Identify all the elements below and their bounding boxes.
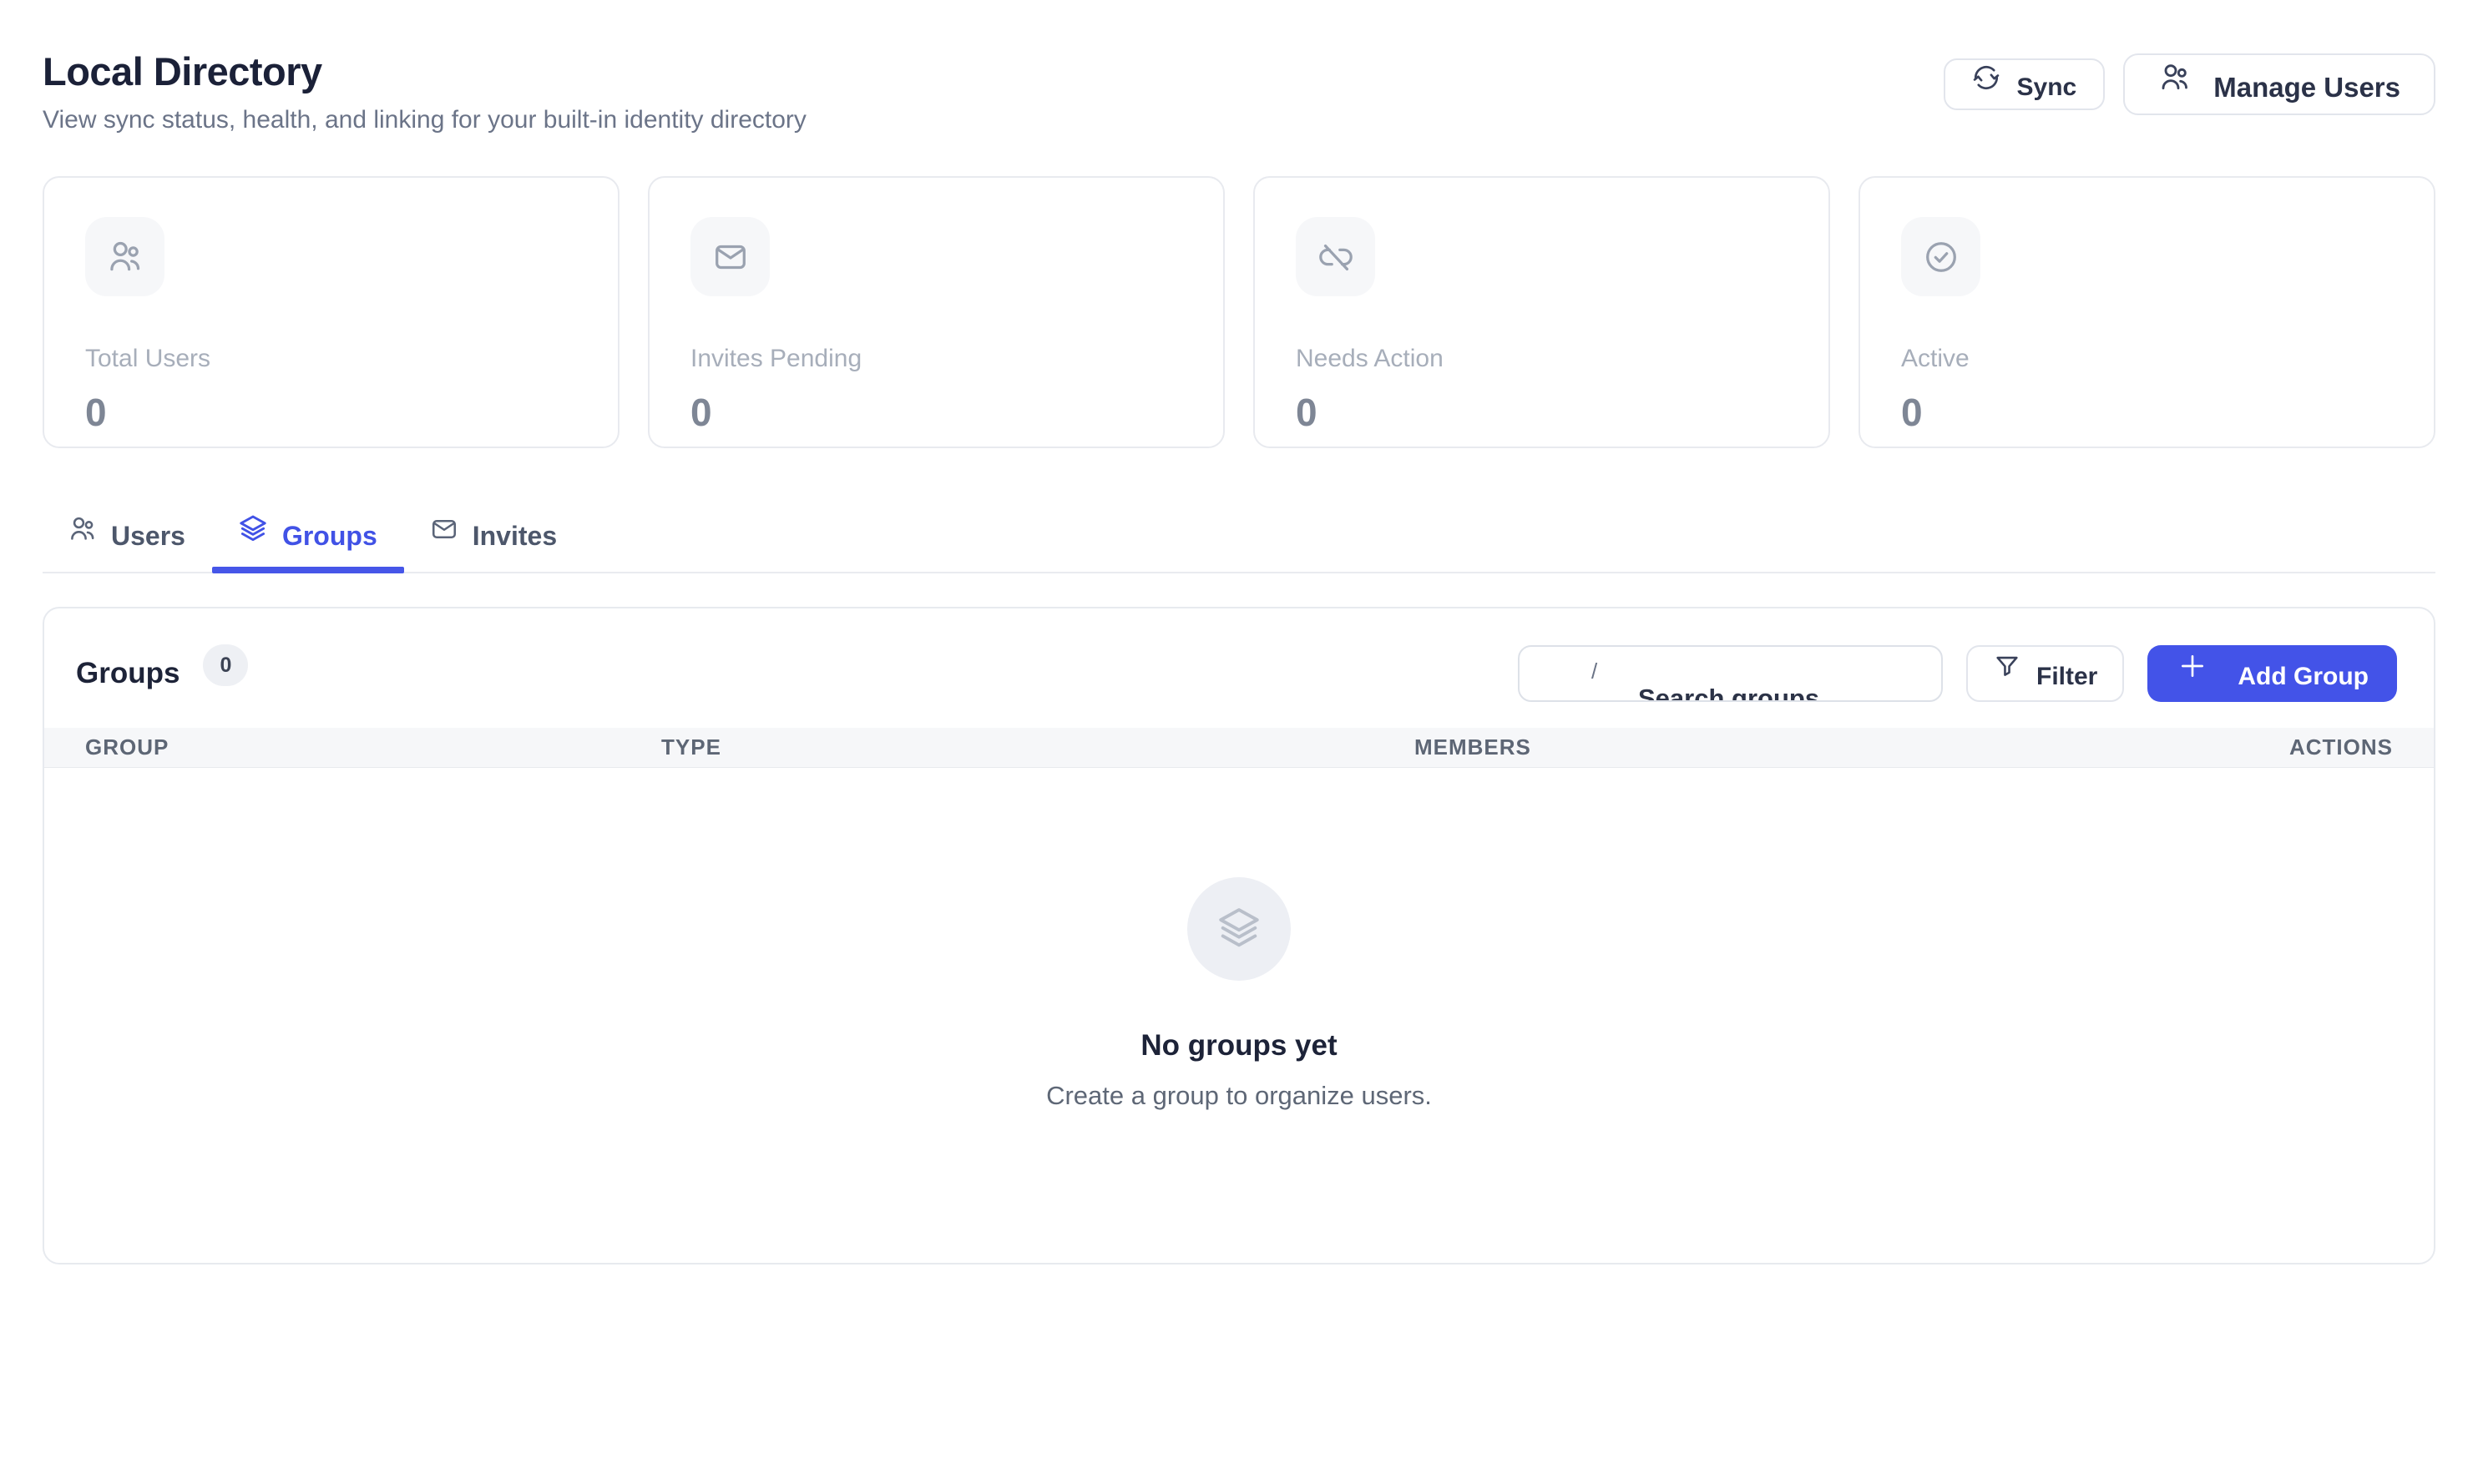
stat-value: 0 (85, 390, 577, 435)
filter-button-label: Filter (2036, 663, 2097, 691)
page-heading: Local Directory View sync status, health… (43, 48, 807, 134)
column-header-members: MEMBERS (1414, 734, 2289, 760)
stat-label: Invites Pending (690, 345, 1182, 373)
sync-refresh-icon (1972, 63, 2000, 92)
column-header-type: TYPE (661, 734, 1414, 760)
stat-label: Total Users (85, 345, 577, 373)
layers-icon (1187, 877, 1291, 981)
empty-state-subtitle: Create a group to organize users. (1046, 1081, 1432, 1111)
groups-table-header: GROUP TYPE MEMBERS ACTIONS (44, 728, 2434, 768)
stat-card-needs-action: Needs Action 0 (1253, 176, 1830, 448)
layers-icon (237, 513, 269, 545)
sync-button-label: Sync (2017, 73, 2077, 102)
groups-title-wrap: Groups 0 (76, 653, 248, 694)
stat-label: Needs Action (1296, 345, 1788, 373)
unlink-icon (1296, 217, 1375, 296)
add-group-button-label: Add Group (2238, 663, 2369, 691)
funnel-icon (1993, 652, 2021, 680)
tab-groups[interactable]: Groups (212, 515, 404, 572)
users-icon (2158, 61, 2192, 94)
tab-groups-label: Groups (282, 521, 377, 552)
local-directory-page: Local Directory View sync status, health… (0, 0, 2478, 1264)
filter-button[interactable]: Filter (1966, 645, 2124, 702)
groups-panel-controls: / Search groups Filter (1518, 645, 2397, 702)
search-placeholder-text: Search groups (1638, 684, 1819, 702)
tab-users[interactable]: Users (43, 515, 212, 572)
manage-users-button-label: Manage Users (2213, 72, 2400, 103)
stat-value: 0 (690, 390, 1182, 435)
add-group-button[interactable]: Add Group (2147, 645, 2397, 702)
stat-label: Active (1901, 345, 2393, 373)
header-actions: Sync Manage Users (1944, 53, 2435, 115)
empty-state-title: No groups yet (1140, 1029, 1337, 1063)
check-circle-icon (1901, 217, 1980, 296)
page-title: Local Directory (43, 48, 807, 94)
stat-value: 0 (1296, 390, 1788, 435)
stat-value: 0 (1901, 390, 2393, 435)
column-header-actions: ACTIONS (2289, 734, 2393, 760)
stat-card-active: Active 0 (1858, 176, 2435, 448)
tab-invites[interactable]: Invites (404, 515, 584, 572)
tab-invites-label: Invites (473, 521, 557, 552)
groups-count-badge: 0 (203, 644, 248, 686)
column-header-group: GROUP (85, 734, 661, 760)
users-icon (68, 514, 98, 544)
directory-tabs: Users Groups Invites (43, 515, 2435, 573)
mail-icon (690, 217, 770, 296)
page-subtitle: View sync status, health, and linking fo… (43, 106, 807, 134)
plus-icon (2176, 649, 2209, 683)
stats-row: Total Users 0 Invites Pending 0 Needs Ac… (43, 176, 2435, 448)
users-icon (85, 217, 164, 296)
mail-icon (429, 514, 459, 544)
page-header: Local Directory View sync status, health… (43, 48, 2435, 134)
sync-button[interactable]: Sync (1944, 58, 2106, 110)
manage-users-button[interactable]: Manage Users (2123, 53, 2435, 115)
search-groups-input[interactable]: / Search groups (1518, 645, 1943, 702)
search-shortcut-hint: / (1591, 659, 1597, 684)
groups-panel-header: Groups 0 / Search groups Filter (44, 608, 2434, 702)
groups-panel: Groups 0 / Search groups Filter (43, 607, 2435, 1264)
tab-users-label: Users (111, 521, 185, 552)
empty-state: No groups yet Create a group to organize… (44, 877, 2434, 1111)
stat-card-invites-pending: Invites Pending 0 (648, 176, 1225, 448)
stat-card-total-users: Total Users 0 (43, 176, 620, 448)
groups-panel-title: Groups (76, 657, 180, 690)
